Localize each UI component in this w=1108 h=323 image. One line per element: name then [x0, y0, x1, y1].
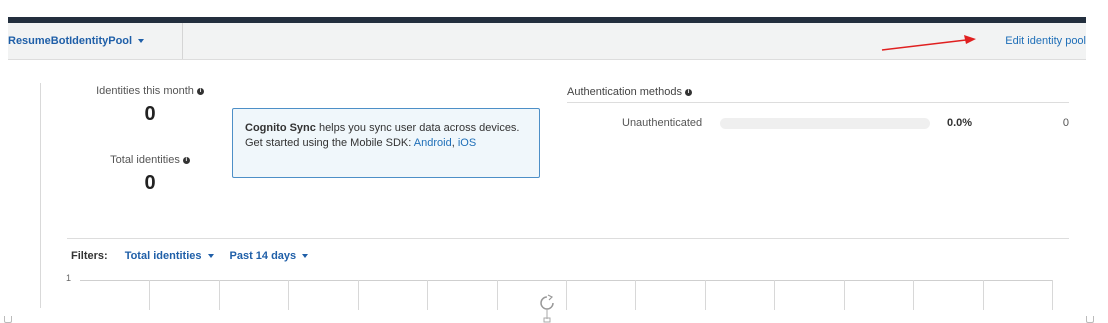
- caret-down-icon: [138, 39, 145, 43]
- chart-day-gridline: [149, 280, 150, 310]
- date-range-filter-dropdown[interactable]: Past 14 days: [230, 250, 309, 262]
- chart-y-tick: 1: [66, 273, 72, 283]
- sync-comma: ,: [451, 137, 455, 149]
- chart-day-gridline: [1052, 280, 1053, 310]
- filters-divider: [67, 238, 1069, 239]
- caret-down-icon: [207, 254, 214, 258]
- resize-handle-right: [1086, 316, 1094, 323]
- android-link[interactable]: Android: [414, 137, 452, 149]
- chart-day-gridline: [983, 280, 984, 310]
- top-navbar: [0, 0, 1108, 23]
- chart-day-gridline: [497, 280, 498, 310]
- chart-day-gridline: [913, 280, 914, 310]
- caret-down-icon: [302, 254, 309, 258]
- chart-day-gridline: [427, 280, 428, 310]
- identities-month-label: Identities this month: [96, 85, 194, 97]
- auth-progress-bar: [720, 118, 930, 129]
- chart-day-gridline: [219, 280, 220, 310]
- annotation-arrow: [881, 35, 976, 51]
- chart-day-gridline: [566, 280, 567, 310]
- pool-name: ResumeBotIdentityPool: [8, 35, 133, 47]
- info-icon[interactable]: i: [684, 88, 692, 96]
- ios-link[interactable]: iOS: [458, 137, 476, 149]
- chart-day-gridline: [774, 280, 775, 310]
- chart-day-gridline: [358, 280, 359, 310]
- chart-day-gridline: [288, 280, 289, 310]
- auth-percent: 0.0%: [947, 117, 973, 129]
- filters-bar: Filters: Total identities Past 14 days: [71, 250, 324, 262]
- chart-day-gridline: [635, 280, 636, 310]
- total-identities: Total identities i 0: [90, 154, 210, 195]
- total-identities-value: 0: [144, 172, 156, 194]
- chart-day-gridline: [705, 280, 706, 310]
- content-divider: [40, 83, 41, 308]
- auth-methods-title: Authentication methods i: [567, 86, 692, 98]
- sync-title: Cognito Sync: [245, 122, 316, 134]
- auth-row-label: Unauthenticated: [622, 117, 703, 129]
- total-identities-label: Total identities: [110, 154, 180, 166]
- chart-day-gridline: [844, 280, 845, 310]
- identities-month-value: 0: [144, 103, 156, 125]
- auth-count: 0: [1062, 117, 1069, 129]
- refresh-spinner-icon: [540, 294, 554, 323]
- cognito-sync-notice: Cognito Sync helps you sync user data ac…: [232, 108, 540, 178]
- info-icon[interactable]: i: [182, 156, 190, 164]
- auth-divider: [567, 102, 1069, 103]
- filters-label: Filters:: [71, 250, 108, 262]
- identity-pool-dropdown[interactable]: ResumeBotIdentityPool: [8, 23, 183, 59]
- metric-filter-dropdown[interactable]: Total identities: [125, 250, 214, 262]
- identities-this-month: Identities this month i 0: [90, 85, 210, 126]
- edit-identity-pool-link[interactable]: Edit identity pool: [1005, 23, 1086, 59]
- info-icon[interactable]: i: [196, 87, 204, 95]
- resize-handle-left: [4, 316, 12, 323]
